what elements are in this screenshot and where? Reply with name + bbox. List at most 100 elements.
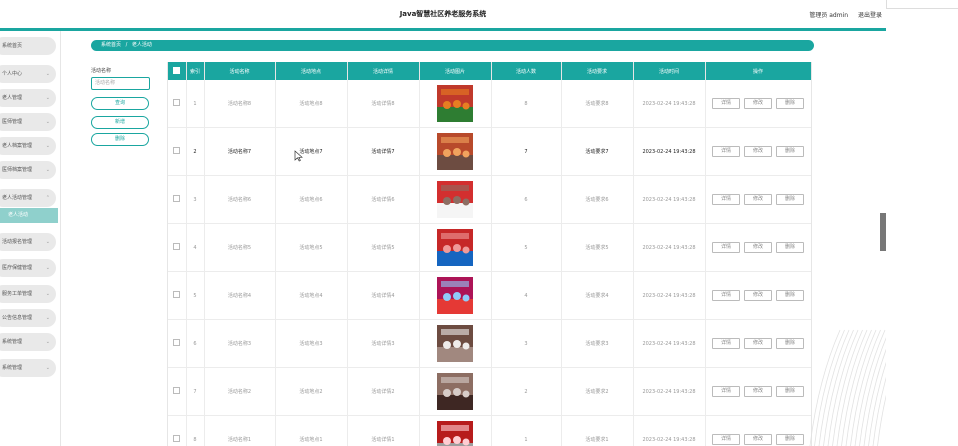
batch-delete-button[interactable]: 删除 — [91, 133, 149, 146]
row-checkbox-cell[interactable] — [168, 80, 187, 128]
delete-button[interactable]: 删除 — [776, 146, 804, 157]
detail-button[interactable]: 详情 — [712, 434, 740, 445]
chevron-down-icon: ⌄ — [45, 365, 50, 371]
detail-button[interactable]: 详情 — [712, 386, 740, 397]
activity-photo[interactable] — [437, 373, 473, 410]
cell-index: 1 — [186, 80, 205, 128]
table-row[interactable]: 8 活动名称1 活动地点1 活动详情1 1 活动要求1 2023-02-24 19:43:2… — [168, 415, 811, 446]
cell-actions: 详情 修改 删除 — [705, 175, 811, 224]
detail-button[interactable]: 详情 — [712, 290, 740, 301]
row-checkbox-cell[interactable] — [168, 271, 187, 320]
edit-button[interactable]: 修改 — [744, 242, 772, 253]
row-checkbox-cell[interactable] — [168, 223, 187, 272]
activity-photo[interactable] — [437, 421, 473, 446]
row-checkbox-cell[interactable] — [168, 319, 187, 368]
sidebar-item-activity-signup[interactable]: 活动报名管理 ⌄ — [0, 233, 56, 251]
corner-frame — [886, 0, 958, 9]
edit-button[interactable]: 修改 — [744, 146, 772, 157]
table-row[interactable]: 2 活动名称7 活动地点7 活动详情7 7 活动要求7 2023-02-24 19:43:2… — [168, 127, 811, 176]
row-checkbox[interactable] — [173, 339, 181, 346]
table-row[interactable]: 3 活动名称6 活动地点6 活动详情6 6 活动要求6 2023-02-24 19:43:2… — [168, 175, 811, 224]
outer-margin — [886, 0, 958, 446]
sidebar-item-label: 公告信息管理 — [2, 315, 33, 321]
activity-photo[interactable] — [437, 277, 473, 314]
sidebar-item-doctor-archive[interactable]: 医师档案管理 ⌄ — [0, 161, 56, 179]
table-row[interactable]: 6 活动名称3 活动地点3 活动详情3 3 活动要求3 2023-02-24 19:43:2… — [168, 319, 811, 368]
table-row[interactable]: 5 活动名称4 活动地点4 活动详情4 4 活动要求4 2023-02-24 19:43:2… — [168, 271, 811, 320]
detail-button[interactable]: 详情 — [712, 146, 740, 157]
activity-photo[interactable] — [437, 85, 473, 122]
row-checkbox-cell[interactable] — [168, 367, 187, 416]
cell-place: 活动地点1 — [275, 415, 348, 446]
sidebar-item-system-2[interactable]: 系统管理 ⌄ — [0, 359, 56, 377]
cell-actions: 详情 修改 删除 — [705, 319, 811, 368]
cell-time: 2023-02-24 19:43:28 — [633, 80, 706, 128]
row-checkbox-cell[interactable] — [168, 415, 187, 446]
sidebar-item-work-orders[interactable]: 服务工单管理 ⌄ — [0, 285, 56, 303]
detail-button[interactable]: 详情 — [712, 338, 740, 349]
cell-requirement: 活动要求5 — [561, 223, 634, 272]
row-checkbox[interactable] — [173, 243, 181, 250]
edit-button[interactable]: 修改 — [744, 434, 772, 445]
breadcrumb: 系统首页 / 老人活动 — [91, 40, 814, 51]
logout-link[interactable]: 退出登录 — [858, 12, 882, 19]
query-button[interactable]: 查询 — [91, 97, 149, 110]
detail-button[interactable]: 详情 — [712, 242, 740, 253]
activity-photo[interactable] — [437, 229, 473, 266]
add-button[interactable]: 新增 — [91, 116, 149, 129]
delete-button[interactable]: 删除 — [776, 242, 804, 253]
sidebar-item-elder-activity[interactable]: 老人活动管理 ⌃ — [0, 189, 56, 207]
sidebar-item-elder-management[interactable]: 老人管理 ⌄ — [0, 89, 56, 107]
row-checkbox[interactable] — [173, 195, 181, 202]
activity-photo[interactable] — [437, 133, 473, 170]
detail-button[interactable]: 详情 — [712, 194, 740, 205]
detail-button[interactable]: 详情 — [712, 98, 740, 109]
sidebar-item-system-1[interactable]: 系统管理 ⌄ — [0, 333, 56, 351]
sidebar-item-announcements[interactable]: 公告信息管理 ⌄ — [0, 309, 56, 327]
edit-button[interactable]: 修改 — [744, 194, 772, 205]
cell-time: 2023-02-24 19:43:28 — [633, 319, 706, 368]
sidebar-item-home[interactable]: 系统首页 — [0, 37, 56, 55]
cell-requirement: 活动要求3 — [561, 319, 634, 368]
cell-actions: 详情 修改 删除 — [705, 271, 811, 320]
sidebar-item-elder-archive[interactable]: 老人档案管理 ⌄ — [0, 137, 56, 155]
table-row[interactable]: 7 活动名称2 活动地点2 活动详情2 2 活动要求2 2023-02-24 19:43:2… — [168, 367, 811, 416]
chevron-down-icon: ⌄ — [45, 143, 50, 149]
cell-count: 3 — [491, 319, 562, 368]
row-checkbox[interactable] — [173, 147, 181, 154]
delete-button[interactable]: 删除 — [776, 98, 804, 109]
cell-time: 2023-02-24 19:43:28 — [633, 367, 706, 416]
row-checkbox[interactable] — [173, 435, 181, 442]
cell-name: 活动名称4 — [204, 271, 276, 320]
delete-button[interactable]: 删除 — [776, 194, 804, 205]
chevron-down-icon: ⌄ — [45, 315, 50, 321]
table-row[interactable]: 4 活动名称5 活动地点5 活动详情5 5 活动要求5 2023-02-24 19:43:2… — [168, 223, 811, 272]
row-checkbox-cell[interactable] — [168, 127, 187, 176]
edit-button[interactable]: 修改 — [744, 338, 772, 349]
cell-name: 活动名称1 — [204, 415, 276, 446]
row-checkbox-cell[interactable] — [168, 175, 187, 224]
cell-actions: 详情 修改 删除 — [705, 367, 811, 416]
cell-actions: 详情 修改 删除 — [705, 80, 811, 128]
table-row[interactable]: 1 活动名称8 活动地点8 活动详情8 8 活动要求8 2023-02-24 19:43:2… — [168, 80, 811, 128]
row-checkbox[interactable] — [173, 387, 181, 394]
sidebar-item-healthcare[interactable]: 医疗保健管理 ⌄ — [0, 259, 56, 277]
sidebar-subitem-elder-activity[interactable]: 老人活动 — [0, 208, 58, 223]
edit-button[interactable]: 修改 — [744, 386, 772, 397]
select-all-header[interactable] — [168, 62, 187, 80]
sidebar-item-doctor-management[interactable]: 医师管理 ⌄ — [0, 113, 56, 131]
edit-button[interactable]: 修改 — [744, 290, 772, 301]
cell-place: 活动地点2 — [275, 367, 348, 416]
activity-photo[interactable] — [437, 181, 473, 218]
sidebar-item-personal-center[interactable]: 个人中心 ⌄ — [0, 65, 56, 83]
cell-actions: 详情 修改 删除 — [705, 415, 811, 446]
row-checkbox[interactable] — [173, 291, 181, 298]
sidebar-item-label: 医疗保健管理 — [2, 265, 33, 271]
row-checkbox[interactable] — [173, 99, 181, 106]
activity-name-search-input[interactable]: 活动名称 — [91, 77, 150, 90]
activity-photo[interactable] — [437, 325, 473, 362]
edit-button[interactable]: 修改 — [744, 98, 772, 109]
select-all-checkbox[interactable] — [173, 66, 181, 74]
delete-button[interactable]: 删除 — [776, 290, 804, 301]
breadcrumb-home[interactable]: 系统首页 — [101, 42, 121, 48]
